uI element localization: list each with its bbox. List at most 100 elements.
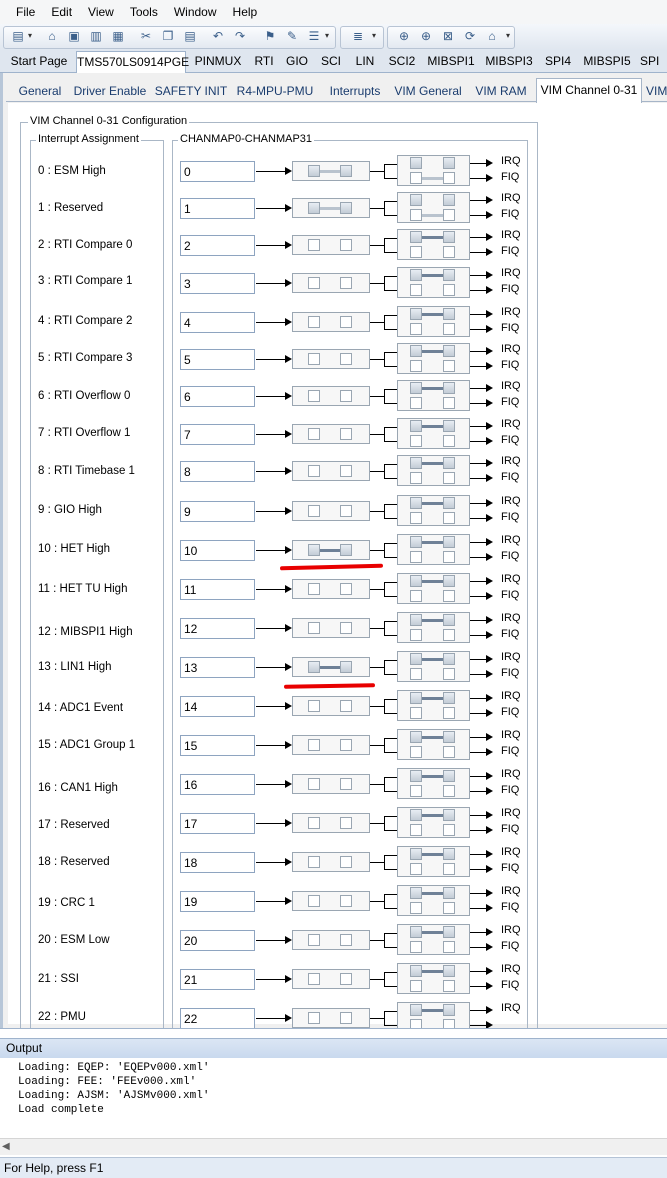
fiq-checkbox[interactable] — [410, 246, 422, 258]
channel-map-input[interactable] — [180, 349, 255, 370]
irq-checkbox[interactable] — [410, 269, 422, 281]
enable-checkbox[interactable] — [308, 544, 320, 556]
home-icon[interactable]: ⌂ — [484, 28, 500, 43]
irq-checkbox[interactable] — [443, 887, 455, 899]
irq-checkbox[interactable] — [443, 269, 455, 281]
enable-checkbox[interactable] — [308, 505, 320, 517]
fiq-checkbox[interactable] — [443, 551, 455, 563]
fiq-checkbox[interactable] — [410, 902, 422, 914]
fiq-checkbox[interactable] — [443, 941, 455, 953]
enable-checkbox[interactable] — [308, 277, 320, 289]
irq-checkbox[interactable] — [410, 420, 422, 432]
build-icon[interactable]: ✎ — [284, 28, 300, 43]
menu-file[interactable]: File — [8, 0, 43, 24]
fiq-checkbox[interactable] — [410, 172, 422, 184]
stop-icon[interactable]: ⊠ — [440, 28, 456, 43]
irq-checkbox[interactable] — [443, 1004, 455, 1016]
tab-rti[interactable]: RTI — [250, 51, 278, 73]
fiq-checkbox[interactable] — [443, 435, 455, 447]
chevron-down-icon[interactable]: ▾ — [325, 31, 329, 40]
irq-checkbox[interactable] — [410, 965, 422, 977]
chevron-down-icon[interactable]: ▾ — [28, 31, 32, 40]
channel-map-input[interactable] — [180, 161, 255, 182]
fiq-checkbox[interactable] — [410, 472, 422, 484]
refresh-icon[interactable]: ⟳ — [462, 28, 478, 43]
irq-checkbox[interactable] — [410, 809, 422, 821]
enable-checkbox[interactable] — [340, 353, 352, 365]
enable-checkbox[interactable] — [308, 700, 320, 712]
enable-checkbox[interactable] — [308, 895, 320, 907]
irq-checkbox[interactable] — [410, 157, 422, 169]
channel-map-input[interactable] — [180, 198, 255, 219]
fiq-checkbox[interactable] — [410, 512, 422, 524]
irq-checkbox[interactable] — [443, 926, 455, 938]
scroll-left-icon[interactable]: ◀ — [2, 1141, 10, 1152]
enable-checkbox[interactable] — [308, 856, 320, 868]
irq-checkbox[interactable] — [410, 926, 422, 938]
fiq-checkbox[interactable] — [443, 785, 455, 797]
enable-checkbox[interactable] — [308, 973, 320, 985]
irq-checkbox[interactable] — [410, 575, 422, 587]
fiq-checkbox[interactable] — [410, 941, 422, 953]
channel-map-input[interactable] — [180, 852, 255, 873]
enable-checkbox[interactable] — [340, 778, 352, 790]
enable-checkbox[interactable] — [308, 239, 320, 251]
channel-map-input[interactable] — [180, 696, 255, 717]
enable-checkbox[interactable] — [340, 817, 352, 829]
irq-checkbox[interactable] — [443, 382, 455, 394]
enable-checkbox[interactable] — [308, 778, 320, 790]
fiq-checkbox[interactable] — [410, 785, 422, 797]
enable-checkbox[interactable] — [308, 739, 320, 751]
fiq-checkbox[interactable] — [410, 323, 422, 335]
channel-map-input[interactable] — [180, 312, 255, 333]
enable-checkbox[interactable] — [340, 895, 352, 907]
channel-map-input[interactable] — [180, 501, 255, 522]
enable-checkbox[interactable] — [340, 934, 352, 946]
irq-checkbox[interactable] — [443, 536, 455, 548]
fiq-checkbox[interactable] — [410, 668, 422, 680]
save-icon[interactable]: ▣ — [66, 28, 82, 43]
save-all-icon[interactable]: ▥ — [88, 28, 104, 43]
tab-spi4[interactable]: SPI4 — [540, 51, 576, 73]
fiq-checkbox[interactable] — [443, 668, 455, 680]
fiq-checkbox[interactable] — [443, 323, 455, 335]
enable-checkbox[interactable] — [340, 739, 352, 751]
irq-checkbox[interactable] — [410, 614, 422, 626]
enable-checkbox[interactable] — [340, 465, 352, 477]
enable-checkbox[interactable] — [340, 390, 352, 402]
enable-checkbox[interactable] — [340, 661, 352, 673]
tab-vim-partial[interactable]: VIM — [646, 80, 667, 102]
channel-map-input[interactable] — [180, 235, 255, 256]
list-icon[interactable]: ☰ — [306, 28, 322, 43]
channel-map-input[interactable] — [180, 424, 255, 445]
channel-map-input[interactable] — [180, 657, 255, 678]
fiq-checkbox[interactable] — [443, 284, 455, 296]
fiq-checkbox[interactable] — [443, 512, 455, 524]
enable-checkbox[interactable] — [340, 583, 352, 595]
fiq-checkbox[interactable] — [410, 209, 422, 221]
fiq-checkbox[interactable] — [410, 284, 422, 296]
fiq-checkbox[interactable] — [443, 172, 455, 184]
menu-edit[interactable]: Edit — [43, 0, 80, 24]
undo-icon[interactable]: ↶ — [210, 28, 226, 43]
channel-map-input[interactable] — [180, 461, 255, 482]
fiq-checkbox[interactable] — [443, 707, 455, 719]
output-scrollbar[interactable] — [0, 1138, 667, 1155]
irq-checkbox[interactable] — [410, 308, 422, 320]
fiq-checkbox[interactable] — [443, 629, 455, 641]
print-icon[interactable]: ▦ — [110, 28, 126, 43]
enable-checkbox[interactable] — [308, 428, 320, 440]
copy-icon[interactable]: ❐ — [160, 28, 176, 43]
enable-checkbox[interactable] — [340, 544, 352, 556]
enable-checkbox[interactable] — [340, 856, 352, 868]
fiq-checkbox[interactable] — [443, 472, 455, 484]
cut-icon[interactable]: ✂ — [138, 28, 154, 43]
irq-checkbox[interactable] — [410, 497, 422, 509]
irq-checkbox[interactable] — [410, 1004, 422, 1016]
enable-checkbox[interactable] — [340, 165, 352, 177]
channel-map-input[interactable] — [180, 735, 255, 756]
enable-checkbox[interactable] — [308, 661, 320, 673]
channel-map-input[interactable] — [180, 774, 255, 795]
tab-start-page[interactable]: Start Page — [4, 51, 74, 73]
fiq-checkbox[interactable] — [410, 629, 422, 641]
